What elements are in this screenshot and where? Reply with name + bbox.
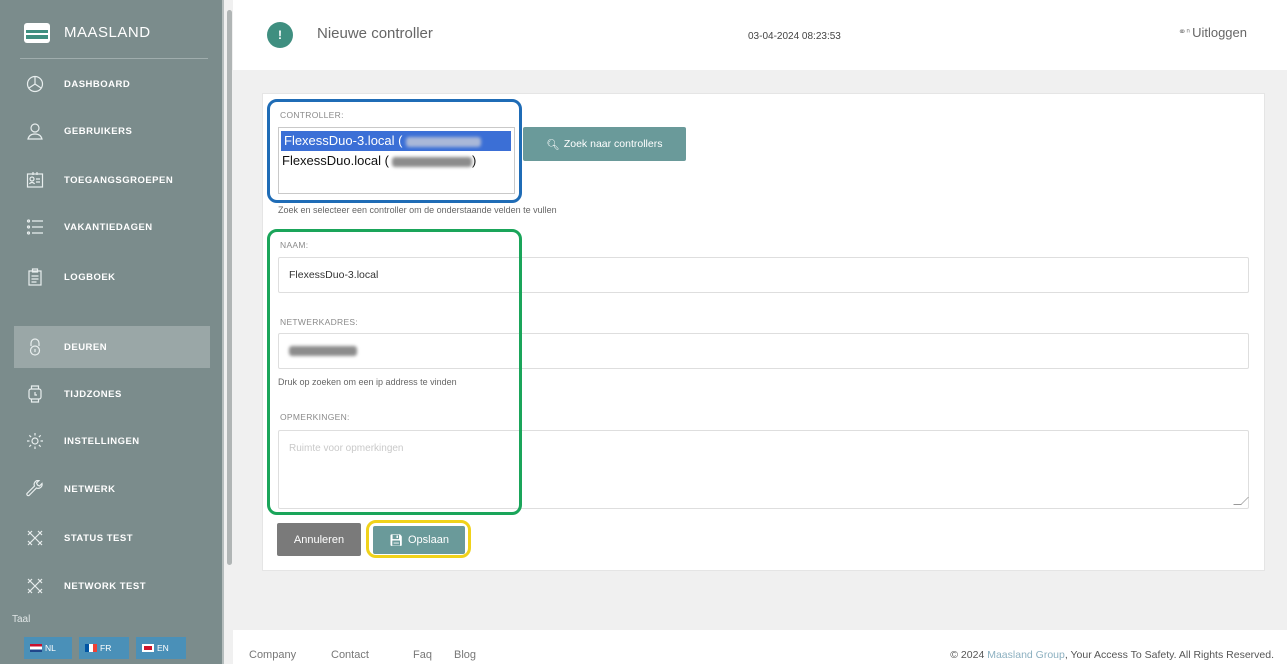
fields-highlight (267, 229, 522, 515)
copyright-prefix: © 2024 (950, 649, 988, 661)
cancel-button[interactable]: Annuleren (277, 523, 361, 556)
language-label-en: EN (157, 643, 169, 653)
maasland-group-link[interactable]: Maasland Group (987, 649, 1065, 661)
search-icon: 🔍︎ (546, 138, 560, 151)
id-card-icon (26, 171, 44, 189)
sidebar-item-label: DEUREN (64, 341, 108, 353)
copyright: © 2024 Maasland Group, Your Access To Sa… (950, 649, 1274, 661)
sidebar-item-network-test[interactable]: NETWORK TEST (14, 565, 210, 607)
sidebar-item-dashboard[interactable]: DASHBOARD (14, 63, 210, 105)
footer-link-company[interactable]: Company (249, 649, 296, 661)
tools-icon (26, 529, 44, 547)
sidebar-item-label: NETWORK TEST (64, 580, 146, 592)
pie-chart-icon (26, 75, 44, 93)
brand-name: MAASLAND (64, 24, 151, 41)
resize-handle-icon[interactable] (1233, 497, 1249, 505)
sidebar-border (222, 0, 224, 664)
sidebar: MAASLAND DASHBOARD GEBRUIKERS TOEGANGSGR… (0, 0, 224, 664)
sidebar-item-label: INSTELLINGEN (64, 435, 140, 447)
gear-icon (26, 432, 44, 450)
language-label-fr: FR (100, 643, 112, 653)
copyright-suffix: , Your Access To Safety. All Rights Rese… (1064, 649, 1274, 661)
language-fr-button[interactable]: FR (79, 637, 129, 659)
sidebar-item-instellingen[interactable]: INSTELLINGEN (14, 420, 210, 462)
tools-icon (26, 577, 44, 595)
footer-link-contact[interactable]: Contact (331, 649, 369, 661)
search-controllers-button[interactable]: 🔍︎ Zoek naar controllers (523, 127, 686, 161)
sidebar-item-status-test[interactable]: STATUS TEST (14, 517, 210, 559)
sidebar-item-toegangsgroepen[interactable]: TOEGANGSGROEPEN (14, 159, 210, 201)
en-flag-icon (142, 644, 154, 652)
current-datetime: 03-04-2024 08:23:53 (748, 31, 841, 42)
divider (20, 58, 208, 59)
sidebar-item-label: STATUS TEST (64, 532, 134, 544)
sidebar-item-tijdzones[interactable]: TIJDZONES (14, 373, 210, 415)
page-title: Nieuwe controller (317, 25, 433, 42)
footer-link-blog[interactable]: Blog (454, 649, 476, 661)
nl-flag-icon (30, 644, 42, 652)
sidebar-item-label: DASHBOARD (64, 78, 131, 90)
sidebar-item-netwerk[interactable]: NETWERK (14, 468, 210, 510)
sidebar-item-vakantiedagen[interactable]: VAKANTIEDAGEN (14, 206, 210, 248)
sidebar-item-label: NETWERK (64, 483, 116, 495)
language-label: Taal (12, 614, 31, 625)
list-icon (26, 218, 44, 236)
clipboard-icon (26, 268, 44, 286)
sidebar-item-label: GEBRUIKERS (64, 125, 133, 137)
save-highlight (366, 520, 471, 558)
controller-highlight (267, 99, 522, 203)
maasland-logo-icon (24, 22, 50, 43)
fr-flag-icon (85, 644, 97, 652)
language-en-button[interactable]: EN (136, 637, 186, 659)
footer: Company Contact Faq Blog © 2024 Maasland… (233, 630, 1287, 664)
sidebar-item-label: VAKANTIEDAGEN (64, 221, 153, 233)
footer-link-faq[interactable]: Faq (413, 649, 432, 661)
language-label-nl: NL (45, 643, 56, 653)
logout-button[interactable]: ⚭ⁿ Uitloggen (1178, 25, 1247, 40)
controller-hint: Zoek en selecteer een controller om de o… (278, 205, 557, 215)
brand[interactable]: MAASLAND (0, 0, 224, 65)
sidebar-item-logboek[interactable]: LOGBOEK (14, 256, 210, 298)
search-button-label: Zoek naar controllers (563, 138, 663, 150)
alert-icon: ! (267, 22, 293, 48)
sidebar-item-deuren[interactable]: DEUREN (14, 326, 210, 368)
wrench-icon (26, 480, 44, 498)
sidebar-item-label: TOEGANGSGROEPEN (64, 174, 174, 186)
top-header: ! Nieuwe controller 03-04-2024 08:23:53 … (233, 0, 1287, 70)
sidebar-scrollbar[interactable] (227, 10, 232, 565)
watch-icon (26, 385, 44, 403)
key-icon: ⚭ⁿ (1178, 27, 1191, 38)
user-icon (26, 122, 44, 140)
sidebar-item-label: LOGBOEK (64, 271, 116, 283)
language-nl-button[interactable]: NL (24, 637, 72, 659)
lock-icon (26, 338, 44, 356)
sidebar-item-gebruikers[interactable]: GEBRUIKERS (14, 110, 210, 152)
logout-label: Uitloggen (1192, 25, 1247, 40)
sidebar-item-label: TIJDZONES (64, 388, 122, 400)
